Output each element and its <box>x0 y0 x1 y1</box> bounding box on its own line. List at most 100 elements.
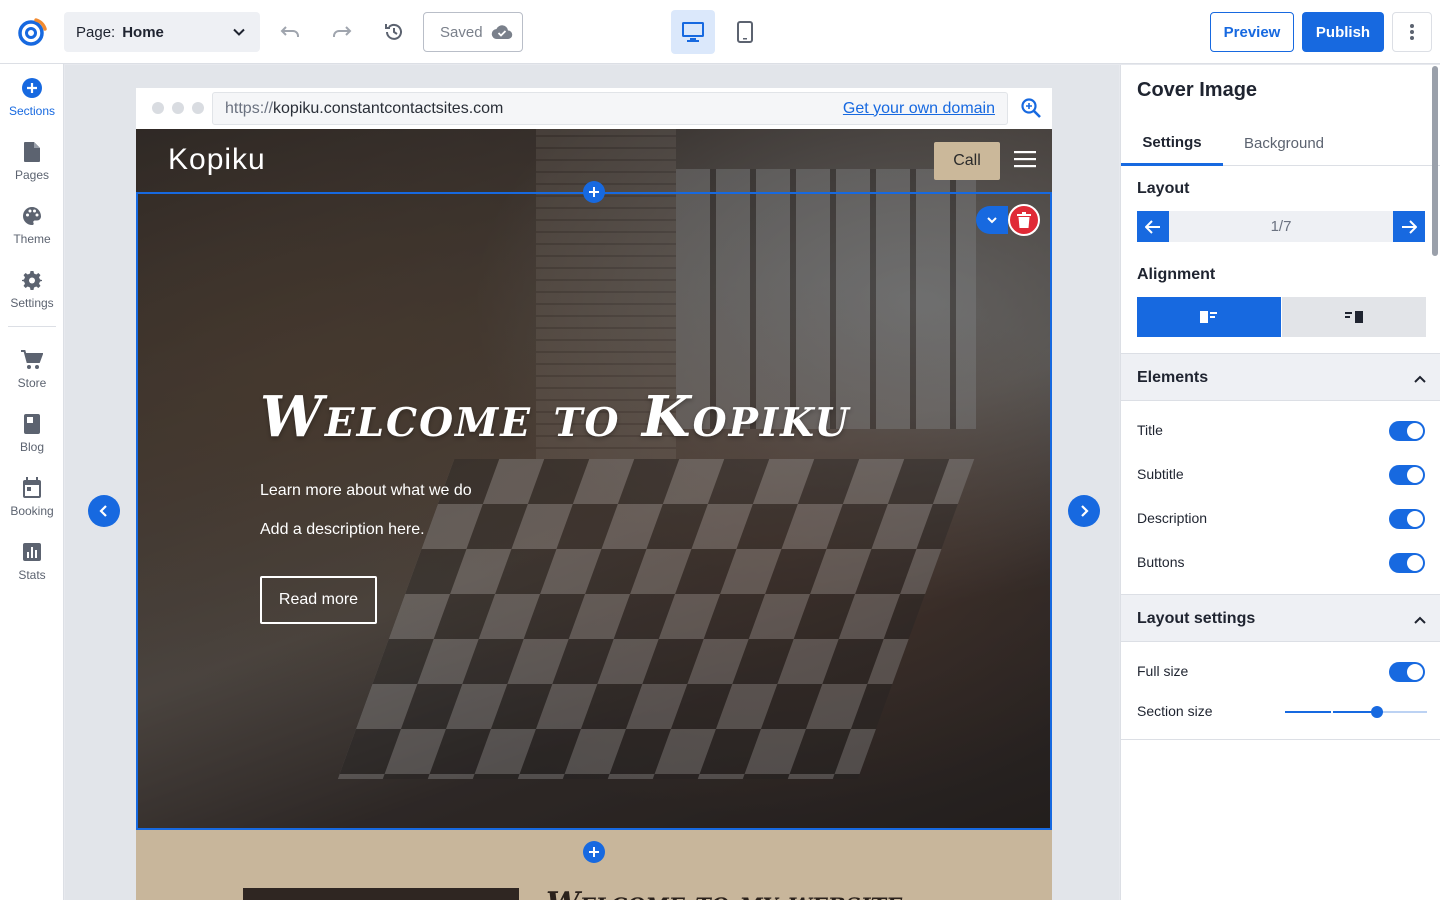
subtitle-toggle[interactable] <box>1389 465 1425 485</box>
full-size-toggle[interactable] <box>1389 662 1425 682</box>
layout-settings-heading: Layout settings <box>1137 610 1256 627</box>
read-more-button[interactable]: Read more <box>260 576 377 624</box>
nav-item-label: Stats <box>18 568 46 582</box>
call-button[interactable]: Call <box>934 142 1000 180</box>
site-brand-name[interactable]: Kopiku <box>168 143 266 177</box>
vertical-dots-icon <box>1410 24 1414 40</box>
title-toggle[interactable] <box>1389 421 1425 441</box>
chevron-left-icon <box>99 505 107 517</box>
nav-item-store[interactable]: Store <box>0 348 64 404</box>
element-row-title: Title <box>1121 409 1440 453</box>
panel-divider <box>1121 739 1440 740</box>
section-size-slider[interactable] <box>1285 706 1427 718</box>
nav-item-label: Theme <box>13 232 51 246</box>
chevron-right-icon <box>1081 505 1089 517</box>
saved-label: Saved <box>440 23 483 41</box>
layout-next-button[interactable] <box>1393 211 1425 242</box>
section-size-handle[interactable] <box>1371 706 1384 718</box>
add-section-above-button[interactable] <box>583 181 605 203</box>
undo-icon[interactable] <box>278 20 302 44</box>
section-toolbar <box>974 204 1042 236</box>
section-size-label: Section size <box>1137 703 1213 719</box>
section-settings-panel: Cover Image Settings Background Layout 1… <box>1120 65 1440 900</box>
arrow-left-icon <box>1145 219 1160 234</box>
add-section-below-button[interactable] <box>583 841 605 863</box>
redo-icon[interactable] <box>330 20 354 44</box>
element-label: Buttons <box>1137 554 1185 570</box>
buttons-toggle[interactable] <box>1389 553 1425 573</box>
nav-item-label: Pages <box>14 168 50 182</box>
editor-canvas: https:// kopiku.constantcontactsites.com… <box>65 65 1119 900</box>
publish-button[interactable]: Publish <box>1302 12 1384 52</box>
constant-contact-logo-icon[interactable] <box>16 16 48 48</box>
alignment-options <box>1137 297 1426 337</box>
plus-icon <box>589 187 599 197</box>
delete-section-button[interactable] <box>1008 204 1040 236</box>
align-left-option[interactable] <box>1137 297 1281 337</box>
full-size-label: Full size <box>1137 663 1189 679</box>
align-right-option[interactable] <box>1282 297 1426 337</box>
layout-settings-accordion-header[interactable]: Layout settings <box>1121 594 1440 642</box>
search-icon[interactable] <box>1020 97 1042 124</box>
preview-url-bar: https:// kopiku.constantcontactsites.com… <box>136 88 1052 129</box>
nav-item-sections[interactable]: Sections <box>0 76 64 132</box>
previous-layout-button[interactable] <box>88 495 120 527</box>
panel-scrollbar[interactable] <box>1432 66 1438 256</box>
panel-tabs: Settings Background <box>1121 121 1440 166</box>
next-section-title[interactable]: Welcome to my website <box>546 886 902 900</box>
url-protocol: https:// <box>225 99 274 117</box>
layout-previous-button[interactable] <box>1137 211 1169 242</box>
section-collapse-button[interactable] <box>976 206 1008 234</box>
nav-item-blog[interactable]: Blog <box>0 412 64 468</box>
desktop-view-button[interactable] <box>671 10 715 54</box>
elements-accordion-header[interactable]: Elements <box>1121 353 1440 401</box>
layout-label: Layout <box>1137 180 1190 197</box>
mobile-view-button[interactable] <box>723 10 767 54</box>
palette-icon <box>20 204 44 228</box>
hamburger-menu-icon[interactable] <box>1014 150 1036 173</box>
page-selector-dropdown[interactable]: Page: Home <box>64 12 260 52</box>
next-layout-button[interactable] <box>1068 495 1100 527</box>
get-own-domain-link[interactable]: Get your own domain <box>843 100 995 118</box>
layout-stepper: 1/7 <box>1137 211 1425 242</box>
hero-title[interactable]: Welcome to Kopiku <box>260 384 851 450</box>
elements-heading: Elements <box>1137 369 1209 386</box>
hero-description[interactable]: Add a description here. <box>260 521 425 539</box>
history-icon[interactable] <box>382 20 406 44</box>
element-row-subtitle: Subtitle <box>1121 453 1440 497</box>
saved-status-button[interactable]: Saved <box>423 12 523 52</box>
preview-button[interactable]: Preview <box>1210 12 1294 52</box>
trash-icon <box>1017 212 1031 228</box>
tab-background[interactable]: Background <box>1231 121 1337 166</box>
nav-item-booking[interactable]: Booking <box>0 476 64 532</box>
alignment-label: Alignment <box>1137 266 1216 283</box>
layout-value: 1/7 <box>1270 218 1292 235</box>
plus-icon <box>589 847 599 857</box>
align-right-icon <box>1345 311 1363 323</box>
description-toggle[interactable] <box>1389 509 1425 529</box>
top-toolbar: Page: Home Saved Preview Publish <box>0 0 1440 64</box>
nav-item-label: Settings <box>10 296 54 310</box>
left-navigation: Sections Pages Theme Settings Store Blog… <box>0 64 64 900</box>
url-host: kopiku.constantcontactsites.com <box>273 99 504 117</box>
chevron-up-icon <box>1413 371 1427 389</box>
full-size-row: Full size <box>1121 650 1440 694</box>
element-label: Title <box>1137 422 1163 438</box>
nav-divider <box>8 326 56 327</box>
tab-settings[interactable]: Settings <box>1121 121 1223 166</box>
chevron-down-icon <box>232 25 246 43</box>
nav-item-pages[interactable]: Pages <box>0 140 64 196</box>
window-dots <box>152 102 204 114</box>
nav-item-settings[interactable]: Settings <box>0 268 64 324</box>
more-options-button[interactable] <box>1392 12 1432 52</box>
nav-item-stats[interactable]: Stats <box>0 540 64 596</box>
cover-image-section[interactable]: Kopiku Call Welcome to Kopiku Learn more <box>136 129 1052 830</box>
site-url-field: https:// kopiku.constantcontactsites.com… <box>212 92 1008 125</box>
bar-chart-icon <box>20 540 44 564</box>
book-icon <box>20 412 44 436</box>
hero-subtitle[interactable]: Learn more about what we do <box>260 482 472 500</box>
align-left-icon <box>1200 311 1217 323</box>
section-size-row: Section size <box>1121 690 1440 734</box>
gear-icon <box>20 268 44 292</box>
nav-item-theme[interactable]: Theme <box>0 204 64 260</box>
